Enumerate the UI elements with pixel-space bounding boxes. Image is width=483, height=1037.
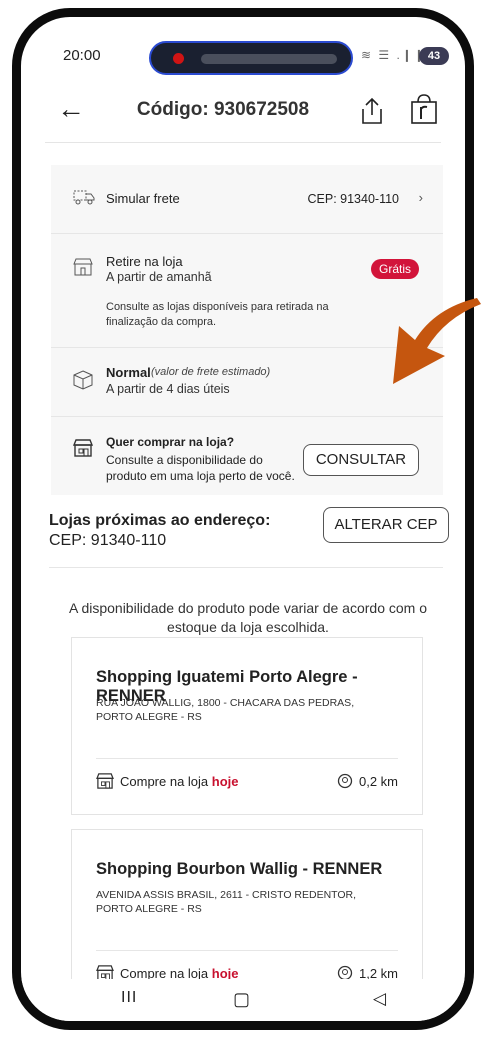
store-icon	[72, 439, 94, 462]
stores-divider	[49, 567, 443, 568]
buy-in-store: Compre na loja hoje	[96, 773, 239, 789]
battery-badge: 43	[419, 47, 449, 65]
card-divider	[96, 950, 398, 951]
store-address: AVENIDA ASSIS BRASIL, 2611 - CRISTO REDE…	[96, 889, 357, 915]
truck-icon	[73, 189, 95, 210]
header: ← Código: 930672508	[21, 87, 465, 139]
store-question: Quer comprar na loja?	[106, 435, 235, 449]
stores-header: Lojas próximas ao endereço: CEP: 91340-1…	[49, 512, 270, 550]
pickup-note: Consulte as lojas disponíveis para retir…	[106, 301, 329, 328]
normal-note: (valor de frete estimado)	[151, 366, 271, 378]
buy-in-store-row: Quer comprar na loja? Consulte a disponi…	[51, 417, 443, 495]
pickup-title: Retire na loja	[106, 254, 183, 269]
store-icon	[73, 258, 93, 281]
home-button[interactable]: ▢	[233, 989, 250, 1010]
stores-cep: CEP: 91340-110	[49, 532, 167, 549]
store-name: Shopping Bourbon Wallig - RENNER	[96, 860, 383, 878]
consult-button[interactable]: CONSULTAR	[303, 444, 419, 476]
normal-subtitle: A partir de 4 dias úteis	[106, 382, 230, 396]
shopping-bag-icon[interactable]	[409, 93, 439, 130]
recents-button[interactable]: III	[121, 989, 137, 1007]
distance-value: 0,2 km	[358, 774, 398, 789]
location-pin-icon	[337, 773, 353, 789]
free-badge: Grátis	[370, 259, 419, 279]
normal-title: Normal	[106, 365, 151, 380]
store-card[interactable]: Shopping Iguatemi Porto Alegre - RENNER …	[71, 637, 423, 815]
record-dot-icon	[173, 53, 184, 64]
recording-pill[interactable]	[149, 41, 353, 75]
nav-back-button[interactable]: ◁	[373, 989, 386, 1009]
store-distance: 0,2 km	[337, 773, 398, 789]
simulate-shipping-row[interactable]: Simular frete CEP: 91340-110 ›	[51, 165, 443, 234]
chevron-right-icon: ›	[418, 190, 423, 205]
recording-bar	[201, 54, 337, 64]
change-cep-button[interactable]: ALTERAR CEP	[323, 507, 449, 543]
pickup-subtitle: A partir de amanhã	[106, 270, 212, 284]
availability-note: A disponibilidade do produto pode variar…	[68, 600, 428, 635]
cep-value: CEP: 91340-110	[307, 192, 400, 206]
stores-title: Lojas próximas ao endereço:	[49, 512, 271, 529]
curved-arrow-icon	[393, 298, 481, 384]
status-time: 20:00	[63, 47, 101, 64]
store-icon	[96, 773, 114, 789]
box-icon	[73, 370, 93, 395]
buy-label: Compre na loja	[120, 774, 209, 789]
status-bar: 20:00 ≋ ☰ .❙❙ 43	[21, 39, 465, 75]
share-icon[interactable]	[359, 97, 385, 130]
android-nav-bar: III ▢ ◁	[21, 979, 465, 1021]
screen: 20:00 ≋ ☰ .❙❙ 43 ← Código: 930672508 Sim…	[21, 17, 465, 1021]
store-address: RUA JOAO WALLIG, 1800 - CHACARA DAS PEDR…	[96, 697, 355, 723]
phone-frame: 20:00 ≋ ☰ .❙❙ 43 ← Código: 930672508 Sim…	[12, 8, 474, 1030]
signal-icons: ≋ ☰ .❙❙	[361, 48, 426, 62]
buy-today: hoje	[211, 774, 239, 789]
header-divider	[45, 142, 441, 143]
simulate-shipping-label: Simular frete	[106, 191, 180, 206]
page-title: Código: 930672508	[136, 99, 310, 120]
store-description: Consulte a disponibilidade do produto em…	[106, 453, 295, 483]
card-divider	[96, 758, 398, 759]
